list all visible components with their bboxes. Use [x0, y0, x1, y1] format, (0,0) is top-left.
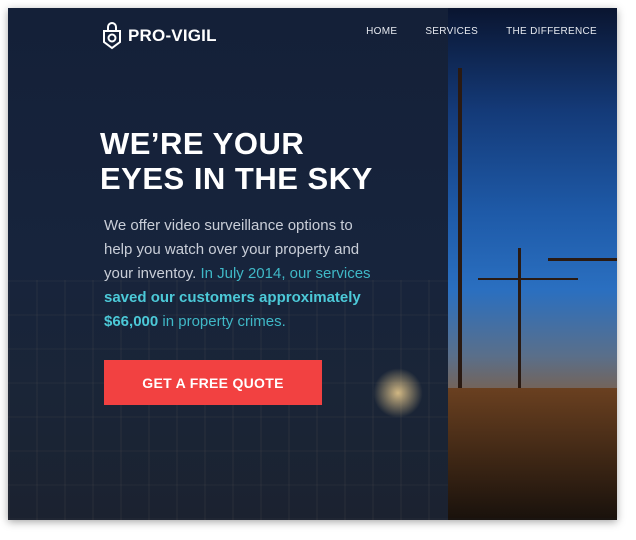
savings-amount: $66,000: [104, 313, 159, 330]
main-nav: HOME SERVICES THE DIFFERENCE: [366, 26, 597, 37]
title-line-1: WE’RE YOUR: [100, 126, 305, 161]
title-line-2: EYES IN THE SKY: [100, 161, 373, 196]
nav-services[interactable]: SERVICES: [425, 26, 478, 37]
brand-logo[interactable]: PRO-VIGIL: [102, 22, 217, 50]
get-free-quote-button[interactable]: GET A FREE QUOTE: [104, 360, 322, 405]
brand-name: PRO-VIGIL: [128, 26, 217, 45]
nav-home[interactable]: HOME: [366, 26, 397, 37]
light-glow: [373, 368, 423, 418]
description-end: in property crimes.: [158, 313, 286, 330]
hero-description: We offer video surveillance options to h…: [104, 214, 384, 334]
description-bold: saved our customers approximately: [104, 289, 361, 306]
hero-title: WE’RE YOUR EYES IN THE SKY: [100, 126, 373, 196]
lock-camera-icon: [103, 22, 121, 50]
hero-photo-substation: [448, 8, 617, 520]
nav-the-difference[interactable]: THE DIFFERENCE: [506, 26, 597, 37]
hero-frame: PRO-VIGIL HOME SERVICES THE DIFFERENCE W…: [8, 8, 617, 520]
description-highlight: In July 2014, our services: [196, 265, 371, 282]
